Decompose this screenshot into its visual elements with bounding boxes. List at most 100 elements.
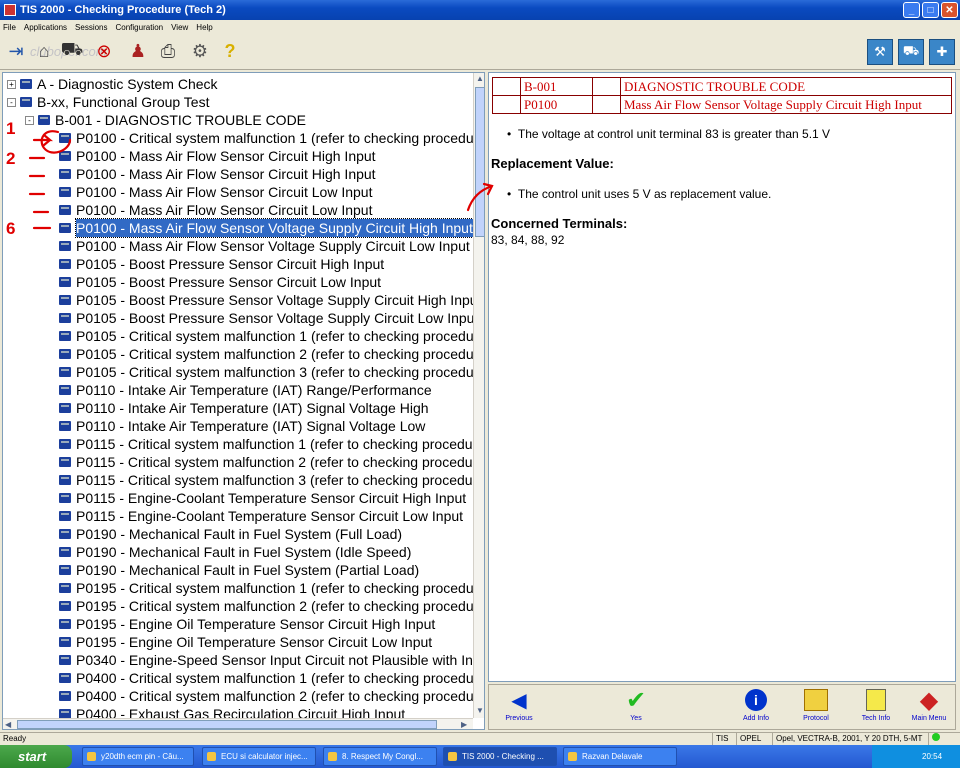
tree-item[interactable]: P0100 - Mass Air Flow Sensor Circuit Low… bbox=[59, 201, 372, 219]
clock: 20:54 bbox=[922, 752, 943, 761]
tree-item-label: P0110 - Intake Air Temperature (IAT) Sig… bbox=[76, 418, 426, 434]
desc-cell: Mass Air Flow Sensor Voltage Supply Circ… bbox=[620, 95, 952, 114]
tree-node-a[interactable]: + A - Diagnostic System Check bbox=[7, 75, 218, 93]
home-icon[interactable]: ⌂ bbox=[32, 39, 56, 63]
tree-item[interactable]: P0100 - Mass Air Flow Sensor Circuit Hig… bbox=[59, 165, 376, 183]
tree-item[interactable]: P0100 - Mass Air Flow Sensor Voltage Sup… bbox=[59, 218, 473, 238]
print-icon[interactable]: ⎙ bbox=[156, 39, 180, 63]
tree-item[interactable]: P0400 - Critical system malfunction 1 (r… bbox=[59, 669, 473, 687]
tree-item[interactable]: P0195 - Engine Oil Temperature Sensor Ci… bbox=[59, 633, 432, 651]
maximize-button[interactable]: □ bbox=[922, 2, 939, 18]
yes-button[interactable]: ✔ Yes bbox=[606, 685, 666, 731]
book-icon bbox=[59, 313, 71, 323]
main-menu-button[interactable]: ◆ Main Menu bbox=[899, 685, 959, 731]
menu-view[interactable]: View bbox=[171, 23, 188, 32]
protocol-button[interactable]: Protocol bbox=[786, 685, 846, 731]
menu-help[interactable]: Help bbox=[196, 23, 212, 32]
tree-item[interactable]: P0100 - Mass Air Flow Sensor Circuit Low… bbox=[59, 183, 372, 201]
book-icon bbox=[59, 133, 71, 143]
tree-item-label: P0115 - Engine-Coolant Temperature Senso… bbox=[76, 508, 464, 524]
previous-button[interactable]: ◀ Previous bbox=[489, 685, 549, 731]
start-button[interactable]: start bbox=[0, 745, 72, 768]
tree-item-label: P0100 - Mass Air Flow Sensor Circuit Hig… bbox=[76, 166, 376, 182]
cancel-icon[interactable]: ⊗ bbox=[92, 39, 116, 63]
book-icon bbox=[59, 403, 71, 413]
menu-sessions[interactable]: Sessions bbox=[75, 23, 107, 32]
status-vehicle: Opel, VECTRA-B, 2001, Y 20 DTH, 5-MT bbox=[772, 733, 925, 745]
tree-item[interactable]: P0115 - Critical system malfunction 1 (r… bbox=[59, 435, 473, 453]
add-info-button[interactable]: i Add Info bbox=[726, 685, 786, 731]
scroll-left-icon[interactable]: ◀ bbox=[5, 720, 11, 729]
scroll-right-icon[interactable]: ▶ bbox=[461, 720, 467, 729]
book-icon bbox=[59, 565, 71, 575]
tree-item[interactable]: P0195 - Critical system malfunction 1 (r… bbox=[59, 579, 473, 597]
book-icon bbox=[59, 367, 71, 377]
tree-node-b-xx[interactable]: - B-xx, Functional Group Test bbox=[7, 93, 209, 111]
taskbar-item-active[interactable]: TIS 2000 - Checking ... bbox=[443, 747, 557, 766]
tree-item[interactable]: P0105 - Boost Pressure Sensor Circuit Hi… bbox=[59, 255, 384, 273]
book-icon bbox=[59, 259, 71, 269]
menu-configuration[interactable]: Configuration bbox=[116, 23, 164, 32]
taskbar-item[interactable]: 8. Respect My Congl... bbox=[323, 747, 437, 766]
tree-item[interactable]: P0115 - Critical system malfunction 3 (r… bbox=[59, 471, 473, 489]
minimize-button[interactable]: _ bbox=[903, 2, 920, 18]
tree-item[interactable]: P0105 - Critical system malfunction 1 (r… bbox=[59, 327, 473, 345]
help-icon[interactable]: ? bbox=[218, 39, 242, 63]
tree-item[interactable]: P0400 - Critical system malfunction 2 (r… bbox=[59, 687, 473, 705]
menu-file[interactable]: File bbox=[3, 23, 16, 32]
tree-item[interactable]: P0105 - Boost Pressure Sensor Voltage Su… bbox=[59, 309, 473, 327]
tree-item[interactable]: P0115 - Engine-Coolant Temperature Senso… bbox=[59, 507, 463, 525]
bus-icon[interactable]: ⛟ bbox=[898, 39, 924, 65]
tree-item[interactable]: P0110 - Intake Air Temperature (IAT) Sig… bbox=[59, 399, 429, 417]
settings-icon[interactable]: ⚙ bbox=[188, 39, 212, 63]
tree-item[interactable]: P0190 - Mechanical Fault in Fuel System … bbox=[59, 525, 402, 543]
nav-bar: ◀ Previous ✔ Yes i Add Info Protocol Tec… bbox=[488, 684, 956, 730]
person-icon[interactable]: ♟ bbox=[126, 39, 150, 63]
scroll-thumb[interactable] bbox=[475, 87, 484, 237]
tree-item[interactable]: P0100 - Mass Air Flow Sensor Circuit Hig… bbox=[59, 147, 376, 165]
tree-item-label: P0105 - Critical system malfunction 2 (r… bbox=[76, 346, 473, 362]
tree-item[interactable]: P0400 - Exhaust Gas Recirculation Circui… bbox=[59, 705, 405, 718]
tree-item[interactable]: P0105 - Critical system malfunction 3 (r… bbox=[59, 363, 473, 381]
tree-item[interactable]: P0190 - Mechanical Fault in Fuel System … bbox=[59, 561, 419, 579]
tree-item[interactable]: P0340 - Engine-Speed Sensor Input Circui… bbox=[59, 651, 473, 669]
tree-item[interactable]: P0195 - Engine Oil Temperature Sensor Ci… bbox=[59, 615, 435, 633]
tree-item[interactable]: P0105 - Critical system malfunction 2 (r… bbox=[59, 345, 473, 363]
tech-icon[interactable]: ⚒ bbox=[867, 39, 893, 65]
scroll-thumb[interactable] bbox=[17, 720, 437, 729]
tree-item[interactable]: P0115 - Critical system malfunction 2 (r… bbox=[59, 453, 473, 471]
taskbar: start y20dth ecm pin - Câu... ECU si cal… bbox=[0, 745, 960, 768]
taskbar-item[interactable]: Razvan Delavale bbox=[563, 747, 677, 766]
tech-info-button[interactable]: Tech Info bbox=[846, 685, 906, 731]
menu-applications[interactable]: Applications bbox=[24, 23, 67, 32]
expand-icon[interactable]: + bbox=[7, 79, 16, 89]
exit-icon[interactable]: ⇥ bbox=[4, 39, 28, 63]
taskbar-item[interactable]: ECU si calculator injec... bbox=[202, 747, 316, 766]
close-button[interactable]: ✕ bbox=[941, 2, 958, 18]
book-icon bbox=[59, 691, 71, 701]
left-arrow-icon: ◀ bbox=[511, 689, 527, 712]
tree-item[interactable]: P0115 - Engine-Coolant Temperature Senso… bbox=[59, 489, 466, 507]
tree-item[interactable]: P0195 - Critical system malfunction 2 (r… bbox=[59, 597, 473, 615]
car-icon[interactable]: ⛟ bbox=[60, 39, 84, 63]
tree-item-label: P0115 - Critical system malfunction 1 (r… bbox=[76, 436, 473, 452]
collapse-icon[interactable]: - bbox=[7, 97, 16, 107]
tree-item[interactable]: P0100 - Critical system malfunction 1 (r… bbox=[59, 129, 473, 147]
tree-item[interactable]: P0110 - Intake Air Temperature (IAT) Sig… bbox=[59, 417, 425, 435]
vertical-scrollbar[interactable]: ▲ ▼ bbox=[473, 73, 484, 718]
scroll-down-icon[interactable]: ▼ bbox=[476, 706, 484, 715]
tree-view[interactable]: + A - Diagnostic System Check - B-xx, Fu… bbox=[3, 73, 473, 718]
tree-item[interactable]: P0105 - Boost Pressure Sensor Circuit Lo… bbox=[59, 273, 381, 291]
taskbar-item[interactable]: y20dth ecm pin - Câu... bbox=[82, 747, 194, 766]
book-icon bbox=[59, 583, 71, 593]
ambulance-icon[interactable]: ✚ bbox=[929, 39, 955, 65]
tree-node-b-001[interactable]: - B-001 - DIAGNOSTIC TROUBLE CODE bbox=[25, 111, 306, 129]
scroll-up-icon[interactable]: ▲ bbox=[476, 74, 484, 83]
tree-item[interactable]: P0110 - Intake Air Temperature (IAT) Ran… bbox=[59, 381, 432, 399]
collapse-icon[interactable]: - bbox=[25, 115, 34, 125]
horizontal-scrollbar[interactable]: ◀ ▶ bbox=[3, 718, 473, 729]
tree-item[interactable]: P0100 - Mass Air Flow Sensor Voltage Sup… bbox=[59, 237, 470, 255]
tree-item[interactable]: P0190 - Mechanical Fault in Fuel System … bbox=[59, 543, 411, 561]
tree-item[interactable]: P0105 - Boost Pressure Sensor Voltage Su… bbox=[59, 291, 473, 309]
book-icon bbox=[59, 511, 71, 521]
